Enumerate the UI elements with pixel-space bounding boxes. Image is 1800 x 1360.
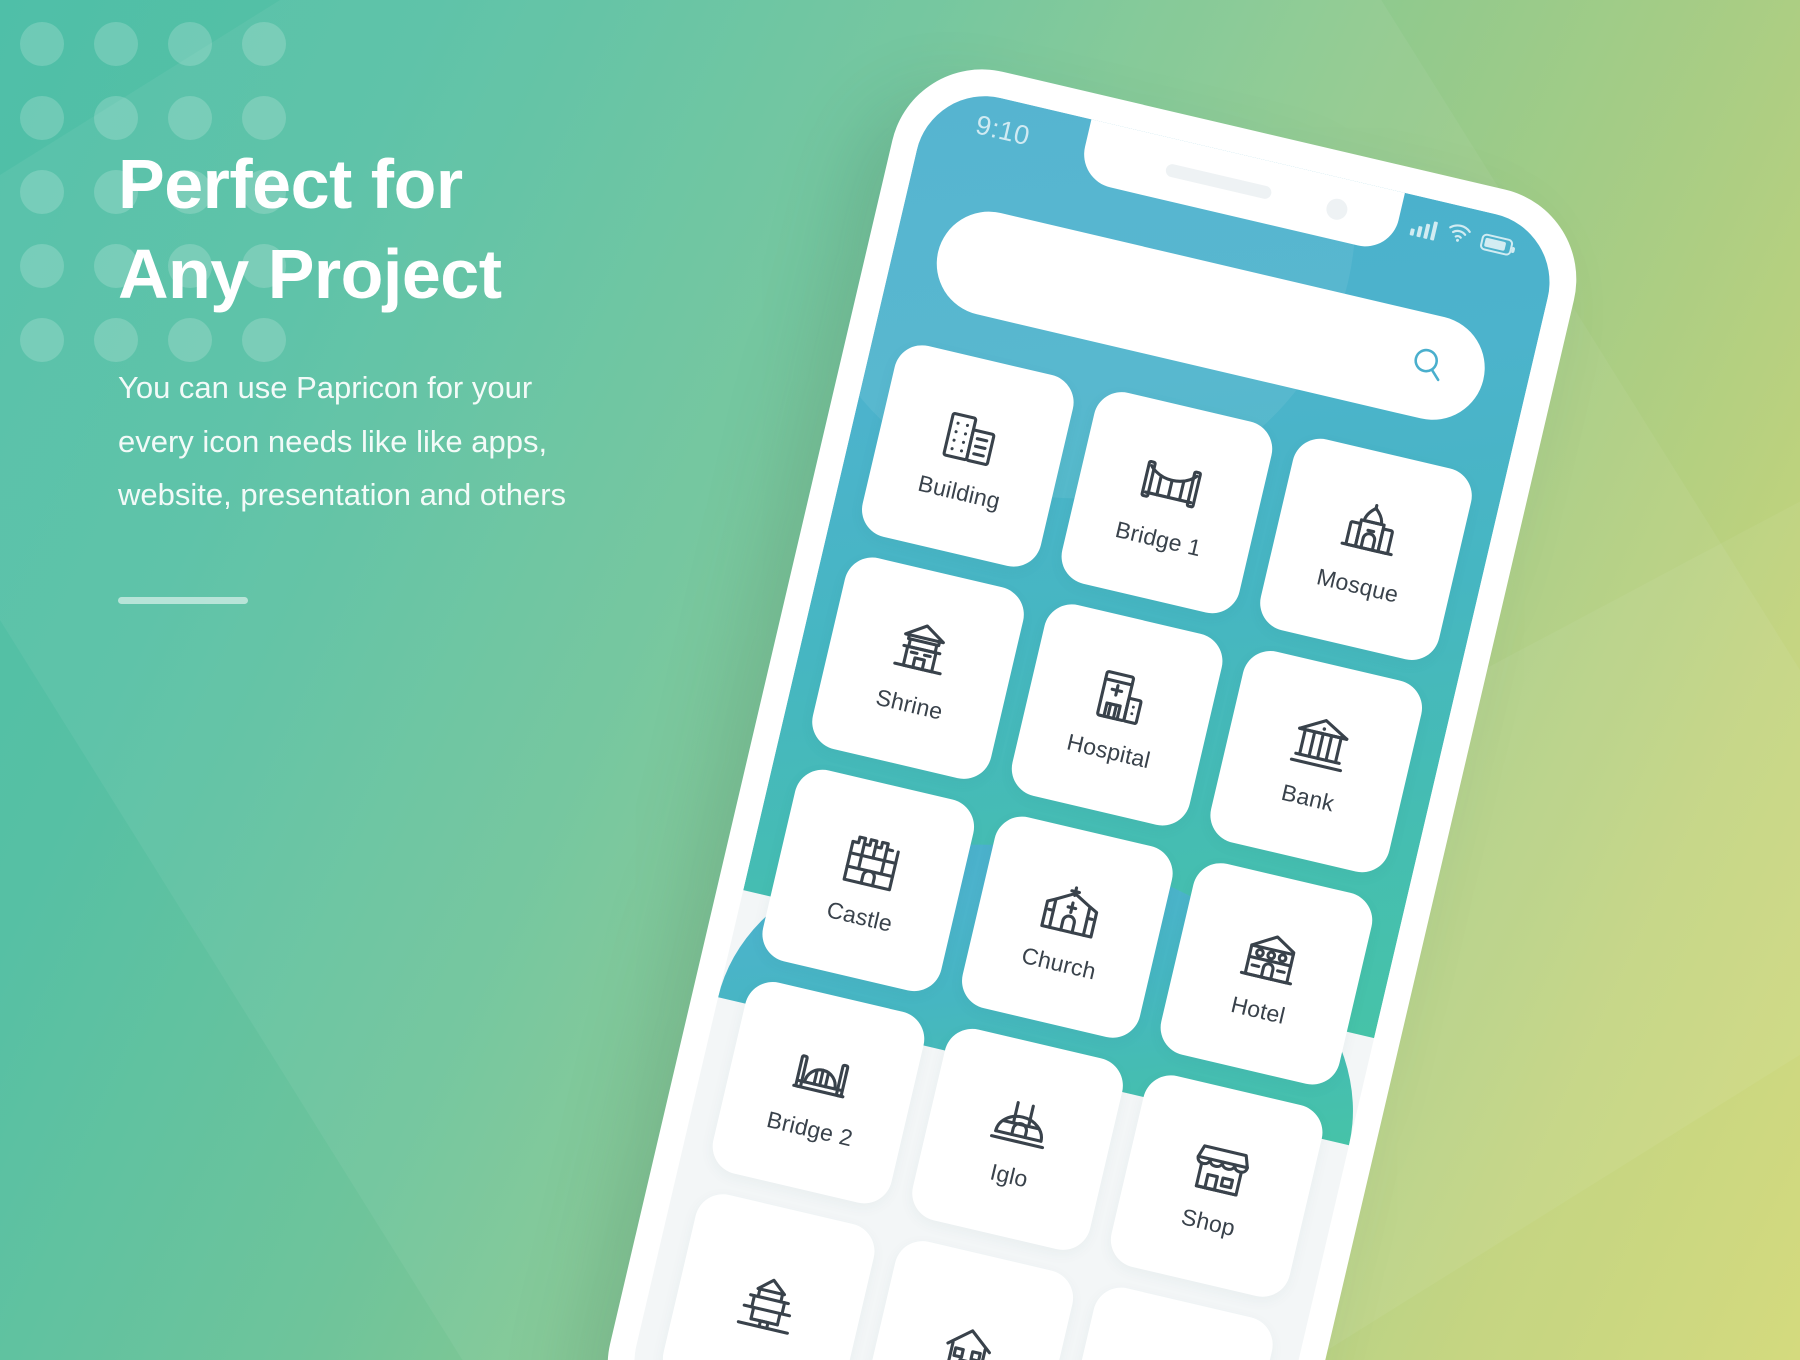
body-line-3: website, presentation and others xyxy=(118,476,567,512)
icon-tile[interactable]: Iglo xyxy=(906,1023,1129,1256)
shrine-icon xyxy=(885,612,960,687)
wifi-icon xyxy=(1444,222,1473,250)
promo-description: You can use Papricon for your every icon… xyxy=(118,361,758,521)
body-line-1: You can use Papricon for your xyxy=(118,370,533,406)
headline-line-2: Any Project xyxy=(118,234,502,313)
icon-tile[interactable] xyxy=(856,1235,1080,1360)
icon-tile-label: Church xyxy=(1019,941,1099,984)
icon-tile-label: Shop xyxy=(1178,1202,1238,1241)
bridge-1-icon xyxy=(1134,446,1209,521)
icon-tile-label: Castle xyxy=(824,895,896,937)
icon-tile-label: Building xyxy=(915,469,1003,514)
status-indicator-group xyxy=(1409,214,1515,260)
house-icon xyxy=(931,1314,1006,1360)
shop-icon xyxy=(1184,1130,1259,1205)
decorative-dot xyxy=(20,318,64,362)
icon-tile[interactable]: Shop xyxy=(1105,1069,1329,1303)
icon-tile-label: Hotel xyxy=(1228,990,1288,1029)
icon-tile-label: Shrine xyxy=(873,683,946,725)
icon-tile-label: Mosque xyxy=(1314,562,1402,608)
signal-bars-icon xyxy=(1409,215,1439,241)
icon-tile[interactable] xyxy=(657,1188,880,1360)
hospital-icon xyxy=(1084,659,1159,734)
icon-tile-label: Bridge 1 xyxy=(1113,515,1205,561)
bridge-2-icon xyxy=(785,1036,860,1111)
church-icon xyxy=(1035,871,1110,946)
headline-line-1: Perfect for xyxy=(118,145,463,223)
page-title: Perfect for Any Project xyxy=(118,140,758,319)
battery-icon xyxy=(1479,232,1515,257)
decorative-dot xyxy=(20,244,64,288)
icon-tile[interactable]: Bridge 2 xyxy=(706,976,930,1209)
icon-tile[interactable]: Church xyxy=(956,810,1179,1044)
decorative-dot xyxy=(168,22,212,66)
icon-tile[interactable] xyxy=(1055,1282,1279,1360)
icon-tile[interactable]: Hotel xyxy=(1155,857,1378,1091)
decorative-dot xyxy=(168,96,212,140)
mosque-icon xyxy=(1333,493,1408,568)
body-line-2: every icon needs like like apps, xyxy=(118,423,548,459)
bank-icon xyxy=(1284,705,1359,780)
decorative-dot xyxy=(242,22,286,66)
pagoda-icon xyxy=(731,1268,806,1343)
icon-tile-label: Iglo xyxy=(987,1157,1031,1192)
decorative-dot xyxy=(242,96,286,140)
icon-tile-label: Bridge 2 xyxy=(764,1105,856,1151)
hotel-icon xyxy=(1234,918,1309,993)
search-icon[interactable] xyxy=(1404,341,1451,392)
decorative-dot xyxy=(94,96,138,140)
icon-tile-label: Bank xyxy=(1279,778,1337,816)
icon-tile[interactable]: Hospital xyxy=(1005,598,1229,832)
promo-copy-block: Perfect for Any Project You can use Papr… xyxy=(118,140,758,605)
status-clock: 9:10 xyxy=(972,109,1033,152)
decorative-dot xyxy=(20,22,64,66)
decorative-dot xyxy=(94,22,138,66)
castle-icon xyxy=(835,824,910,899)
divider-rule xyxy=(118,597,248,605)
building-icon xyxy=(935,400,1010,475)
icon-tile[interactable]: Bridge 1 xyxy=(1055,386,1279,619)
decorative-dot xyxy=(20,96,64,140)
icon-tile-label: Hospital xyxy=(1064,728,1153,773)
decorative-dot xyxy=(20,170,64,214)
iglo-icon xyxy=(985,1083,1060,1158)
